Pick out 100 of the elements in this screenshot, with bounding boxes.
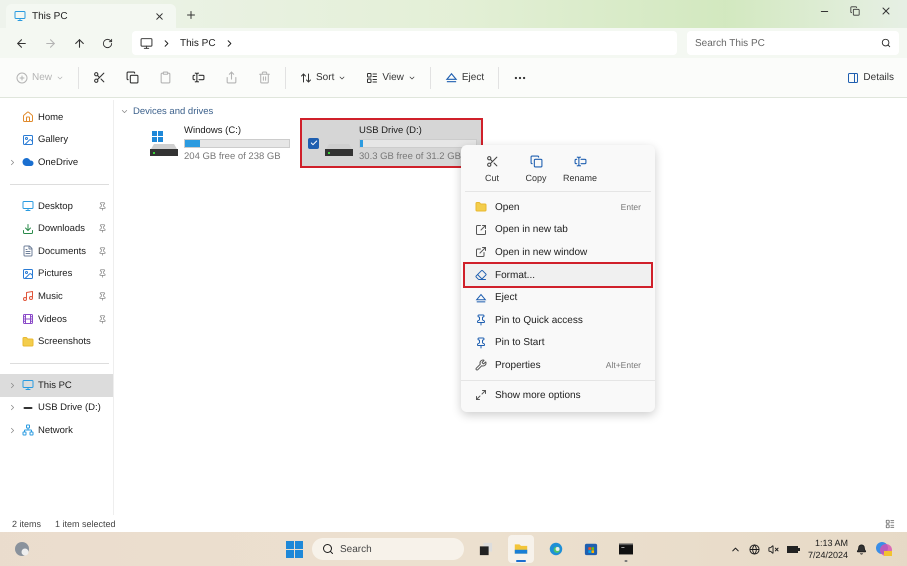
folder-icon [475, 201, 487, 214]
close-icon [154, 10, 165, 22]
clock[interactable]: 1:13 AM 7/24/2024 [808, 537, 848, 561]
free-space: 204 GB free of 238 GB [184, 150, 282, 162]
menu-quick-button[interactable]: Copy [517, 153, 555, 185]
sidebar-item[interactable]: Downloads [0, 217, 113, 240]
bell-icon [856, 544, 867, 554]
menu-item[interactable]: Format... [465, 264, 651, 286]
network-icon [22, 424, 34, 436]
list-view-icon [885, 518, 895, 528]
sidebar-item[interactable]: Desktop [0, 194, 113, 218]
menu-item[interactable]: Pin to Quick access [465, 308, 651, 332]
menu-item[interactable]: Eject [465, 286, 651, 309]
chevron-right-icon [8, 158, 17, 167]
sort-button[interactable]: Sort [294, 68, 352, 86]
sidebar-item[interactable]: Screenshots [0, 330, 113, 353]
chevron-right-icon [8, 426, 17, 435]
drive-icon [150, 144, 178, 156]
external-link-icon [475, 246, 487, 258]
monitor-icon [22, 200, 34, 212]
scissors-icon [93, 71, 106, 84]
selection-count: 1 item selected [55, 518, 116, 528]
share-icon [225, 71, 238, 84]
sidebar-item[interactable]: Gallery [0, 128, 113, 152]
sidebar-item[interactable]: OneDrive [0, 151, 113, 174]
windows-logo-icon [152, 130, 163, 142]
breadcrumb[interactable]: This PC [180, 38, 216, 48]
sort-icon [300, 72, 312, 84]
taskbar-search[interactable]: Search [312, 538, 464, 560]
check-icon [310, 139, 318, 147]
pin-icon [98, 314, 107, 324]
tab-title: This PC [32, 10, 69, 22]
chevron-right-icon [8, 380, 17, 390]
sidebar-item[interactable]: Home [0, 106, 113, 129]
rename-icon [192, 71, 206, 84]
chevron-right-icon [8, 403, 17, 412]
pin-icon [98, 202, 107, 211]
copilot-icon[interactable] [875, 540, 893, 558]
mute-icon [768, 544, 779, 554]
film-icon [22, 313, 34, 326]
tab[interactable]: This PC [6, 4, 176, 28]
menu-item[interactable]: Properties Alt+Enter [465, 354, 651, 377]
document-icon [22, 245, 34, 258]
menu-item[interactable]: Pin to Start [465, 332, 651, 354]
scissors-icon [486, 155, 498, 168]
drive-tile[interactable]: Windows (C:) 204 GB free of 238 GB [142, 118, 296, 168]
eject-button[interactable]: Eject [438, 68, 490, 87]
globe-icon [748, 544, 760, 554]
wrench-icon [475, 359, 487, 372]
details-button[interactable]: Details [844, 68, 897, 86]
list-icon [366, 72, 378, 84]
search-icon [322, 543, 334, 555]
search-icon [881, 38, 891, 48]
item-count: 2 items [12, 518, 42, 528]
pin-icon [475, 314, 487, 326]
refresh-icon [102, 38, 113, 48]
sidebar-item[interactable]: Documents [0, 240, 113, 263]
external-link-icon [475, 224, 487, 236]
drive-tile[interactable]: USB Drive (D:) 30.3 GB free of 31.2 GB [300, 118, 483, 168]
menu-item[interactable]: Open in new window [465, 241, 651, 264]
trash-icon [258, 71, 272, 84]
sidebar-item[interactable]: Videos [0, 308, 113, 330]
checkbox[interactable] [308, 138, 319, 148]
picture-icon [22, 268, 34, 280]
battery-icon [786, 544, 800, 554]
eject-icon [444, 71, 458, 84]
sidebar-item[interactable]: Music [0, 285, 113, 308]
menu-item[interactable]: Open Enter [465, 196, 651, 219]
monitor-icon [22, 379, 34, 392]
sidebar-item[interactable]: Network [0, 419, 113, 442]
picture-icon [22, 134, 34, 146]
pin-icon [98, 292, 107, 301]
arrow-left-icon [15, 36, 28, 50]
menu-quick-button[interactable]: Rename [561, 153, 599, 185]
drive-name: USB Drive (D:) [359, 124, 423, 136]
drive-icon [325, 144, 353, 156]
pin-icon [475, 336, 487, 349]
sidebar-item[interactable]: Pictures [0, 262, 113, 286]
section-header[interactable]: Devices and drives [120, 106, 907, 117]
address-bar[interactable]: This PC [132, 31, 677, 55]
sidebar-item[interactable]: USB Drive (D:) [0, 396, 113, 420]
store-icon [584, 541, 598, 557]
plus-circle-icon [16, 72, 28, 84]
panel-icon [847, 72, 860, 84]
shortcut: Enter [620, 202, 641, 212]
sidebar-item[interactable]: This PC [0, 374, 113, 397]
eraser-icon [475, 269, 487, 282]
monitor-icon [14, 10, 26, 22]
terminal-icon [619, 542, 633, 556]
monitor-icon [140, 36, 153, 50]
shortcut: Alt+Enter [606, 360, 641, 370]
expand-icon [475, 389, 487, 402]
start-icon[interactable] [286, 540, 303, 558]
menu-item[interactable]: Open in new tab [465, 218, 651, 242]
search-field[interactable]: Search This PC [687, 31, 899, 55]
chevron-down-icon [120, 107, 129, 116]
task-view-icon [479, 541, 493, 557]
close-icon [880, 5, 892, 17]
menu-item[interactable]: Show more options [465, 384, 651, 406]
view-button[interactable]: View [360, 68, 422, 86]
